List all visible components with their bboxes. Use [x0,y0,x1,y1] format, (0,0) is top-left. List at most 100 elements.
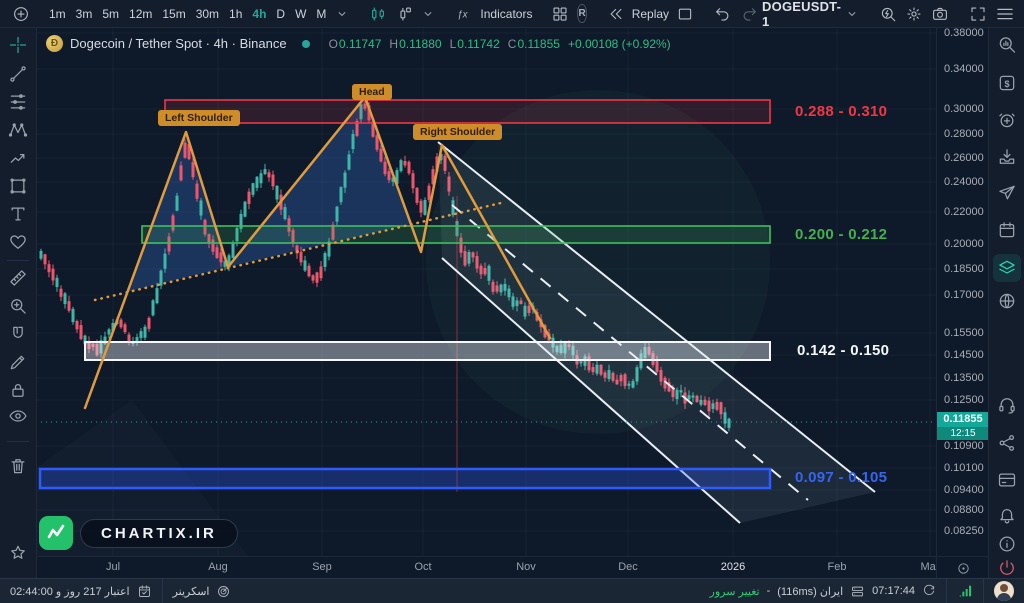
data-feed-button[interactable] [947,579,983,603]
add-symbol-icon[interactable] [8,5,34,23]
replay-button[interactable]: Replay [629,7,672,21]
replay-range-icon[interactable] [672,5,698,23]
axis-settings-corner[interactable] [936,556,989,579]
alarm-plus-icon[interactable] [997,110,1017,130]
timeframe-3m[interactable]: 3m [71,6,98,22]
indicators-button[interactable]: Indicators [477,7,535,21]
zoom-in-icon[interactable] [8,296,28,316]
text-tool-icon[interactable] [8,204,28,224]
star-icon[interactable] [8,543,28,563]
fullscreen-icon[interactable] [965,5,991,23]
globe-icon[interactable] [997,291,1017,311]
timeframe-12m[interactable]: 12m [124,6,157,22]
paper-plane-icon[interactable] [997,183,1017,203]
time-axis[interactable]: JulAugSepOctNovDec2026FebMar [36,556,936,579]
price-tick: 0.20000 [944,238,984,250]
timeframe-M[interactable]: M [311,6,331,22]
fib-lines-icon[interactable] [8,92,28,112]
shapes-icon[interactable] [8,176,28,196]
hamburger-menu-icon[interactable] [991,4,1019,24]
timeframe-D[interactable]: D [271,6,290,22]
dollar-square-icon[interactable]: $ [997,73,1017,93]
change-server-link[interactable]: تغییر سرور [710,585,760,598]
left-shoulder-label[interactable]: Left Shoulder [158,110,240,126]
crosshair-icon[interactable] [8,35,28,55]
price-tick: 0.24000 [944,176,984,188]
magnet-icon[interactable] [8,324,28,344]
zone-label-resistance[interactable]: 0.288 - 0.310 [795,103,887,120]
timeframe-W[interactable]: W [290,6,311,22]
fx-icon[interactable]: ƒx [451,5,477,23]
info-icon[interactable] [997,534,1017,554]
right-shoulder-label[interactable]: Right Shoulder [413,124,502,140]
zone-label-support[interactable]: 0.142 - 0.150 [797,342,889,359]
zone-label-flip[interactable]: 0.200 - 0.212 [795,226,887,243]
eye-icon[interactable] [8,406,28,426]
bell-icon[interactable] [997,505,1017,525]
account-button[interactable] [984,579,1024,603]
flip-zone[interactable] [142,226,770,243]
resistance-zone[interactable] [165,100,770,123]
candle-settings-icon[interactable] [391,5,417,23]
timeframes-chevron-down-icon[interactable] [331,7,353,21]
ohlc-values: O0.11747 H0.11880 L0.11742 C0.11855 +0.0… [329,37,671,51]
timeframe-1h[interactable]: 1h [224,6,247,22]
symbol-legend[interactable]: Ð Dogecoin / Tether Spot · 4h · Binance … [46,35,671,52]
legend-title[interactable]: Dogecoin / Tether Spot · 4h · Binance [70,36,287,51]
watchlist-search-icon[interactable] [997,35,1017,55]
heart-icon[interactable] [8,232,28,252]
undo-icon[interactable] [710,5,736,23]
credit-card-icon[interactable] [997,470,1017,490]
price-tick: 0.17000 [944,289,984,301]
redo-icon[interactable] [736,5,762,23]
svg-text:ƒx: ƒx [458,9,469,20]
layout-name[interactable]: DOGEUSDT-1 [762,0,841,29]
chartix-branding: CHARTIX.IR [39,516,238,550]
layers-icon[interactable] [997,258,1017,278]
draw-lock-icon[interactable] [8,352,28,372]
demand-zone[interactable] [40,469,770,488]
lock-icon[interactable] [8,380,28,400]
divider [7,260,29,261]
refresh-icon[interactable] [922,584,936,598]
xabcd-icon[interactable] [8,120,28,140]
timeframe-1m[interactable]: 1m [44,6,71,22]
screenshot-camera-icon[interactable] [927,5,953,23]
head-label[interactable]: Head [352,84,392,100]
time-tick: Sep [312,561,332,573]
r-badge[interactable]: R [577,4,586,23]
divider [7,441,29,442]
rewind-icon[interactable] [603,5,629,23]
screener-button[interactable]: اسکرینر [163,579,242,603]
visibility-dot-icon[interactable] [302,40,310,48]
dash: - [767,585,771,597]
support-zone[interactable] [85,342,770,360]
settings-gear-icon[interactable] [901,5,927,23]
trash-icon[interactable] [8,456,28,476]
share-icon[interactable] [997,433,1017,453]
price-axis[interactable]: 0.11855 12:15 0.380000.340000.300000.280… [936,28,989,556]
screener-label[interactable]: اسکرینر [173,585,210,598]
timeframe-4h[interactable]: 4h [247,6,271,22]
layout-grid-icon[interactable] [547,5,573,23]
headset-icon[interactable] [997,395,1017,415]
quick-search-icon[interactable] [875,5,901,23]
chart-style-chevron-down-icon[interactable] [417,7,439,21]
timezone-settings-icon[interactable] [956,561,971,576]
power-icon[interactable] [997,558,1017,578]
timeframe-5m[interactable]: 5m [97,6,124,22]
calendar-icon[interactable] [997,220,1017,240]
chart-style-candles-icon[interactable] [365,5,391,23]
trend-line-icon[interactable] [8,64,28,84]
chart-pane[interactable]: Ð Dogecoin / Tether Spot · 4h · Binance … [36,28,936,556]
timeframe-15m[interactable]: 15m [157,6,190,22]
time-tick: Aug [208,561,228,573]
avatar[interactable] [994,581,1014,601]
forecast-icon[interactable] [8,148,28,168]
save-down-icon[interactable] [997,147,1017,167]
timeframe-30m[interactable]: 30m [191,6,224,22]
zone-label-demand[interactable]: 0.097 - 0.105 [795,469,887,486]
price-tick: 0.18500 [944,263,984,275]
ruler-icon[interactable] [8,268,28,288]
layout-chevron-down-icon[interactable] [841,7,863,21]
